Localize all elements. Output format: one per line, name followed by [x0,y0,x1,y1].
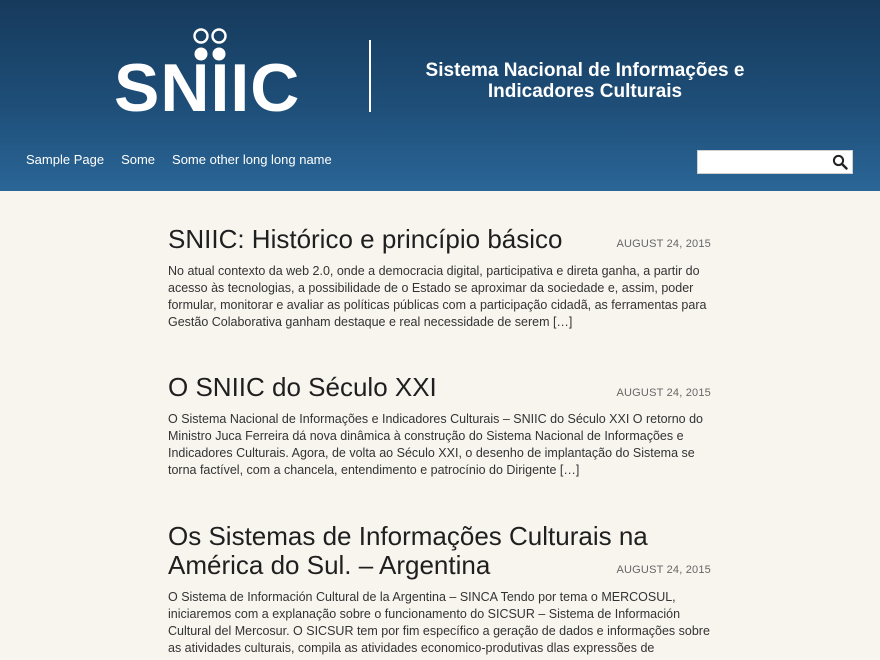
post-date: AUGUST 24, 2015 [616,564,711,576]
site-title-line-2: Indicadores Culturais [487,81,683,102]
site-title: Sistema Nacional de Informações e Indica… [395,60,775,102]
post-excerpt: No atual contexto da web 2.0, onde a dem… [168,264,707,329]
site-title-line-1: Sistema Nacional de Informações e [425,60,745,81]
post-item: O SNIIC do Século XXI AUGUST 24, 2015 O … [168,373,713,479]
nav-item-sample-page[interactable]: Sample Page [26,152,104,168]
search-input[interactable] [698,151,826,173]
post-title[interactable]: Os Sistemas de Informações Culturais na … [168,522,688,580]
main-nav: Sample Page Some Some other long long na… [26,152,349,168]
site-logo[interactable]: SNIIC [114,28,299,122]
post-title[interactable]: SNIIC: Histórico e princípio básico [168,225,608,254]
nav-item-some[interactable]: Some [121,152,155,168]
post-item: SNIIC: Histórico e princípio básico AUGU… [168,225,713,331]
post-date: AUGUST 24, 2015 [616,387,711,399]
site-header: SNIIC Sistema Nacional de Informações e … [0,0,880,191]
post-date: AUGUST 24, 2015 [616,238,711,250]
post-title[interactable]: O SNIIC do Século XXI [168,373,608,402]
post-excerpt: O Sistema Nacional de Informações e Indi… [168,412,703,477]
search-box [697,150,853,174]
logo-wordmark: SNIIC [114,50,301,126]
header-divider [369,40,371,112]
nav-item-some-other-long-name[interactable]: Some other long long name [172,152,332,168]
search-icon[interactable] [832,154,848,170]
post-item: Os Sistemas de Informações Culturais na … [168,522,713,657]
post-excerpt: O Sistema de Información Cultural de la … [168,590,710,655]
